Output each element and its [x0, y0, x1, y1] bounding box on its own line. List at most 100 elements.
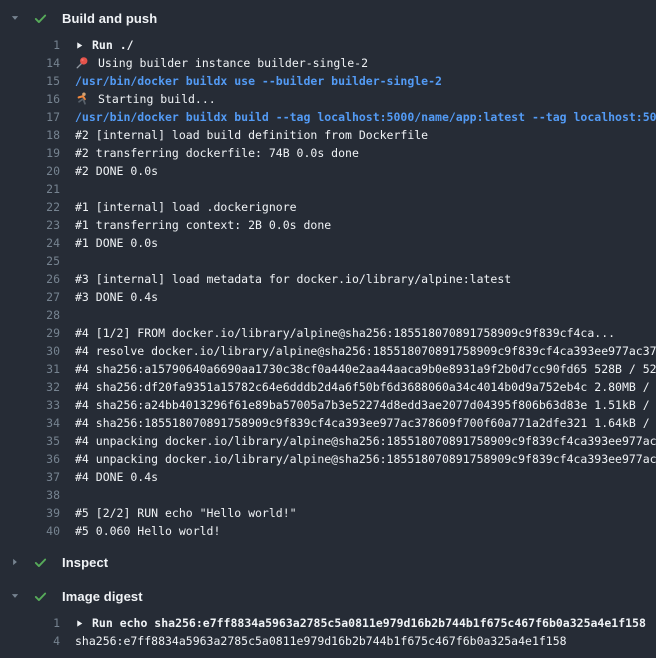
log-line: 25 [0, 252, 656, 270]
log-text: #4 resolve docker.io/library/alpine@sha2… [75, 342, 656, 360]
log-text: #2 DONE 0.0s [75, 162, 656, 180]
line-number[interactable]: 36 [0, 450, 60, 468]
line-number[interactable]: 27 [0, 288, 60, 306]
log-line: 15 /usr/bin/docker buildx use --builder … [0, 72, 656, 90]
log-text-content: #4 unpacking docker.io/library/alpine@sh… [75, 432, 656, 450]
log-text-content: #4 unpacking docker.io/library/alpine@sh… [75, 450, 656, 468]
line-number[interactable]: 39 [0, 504, 60, 522]
line-number[interactable]: 17 [0, 108, 60, 126]
log-line[interactable]: 1 Run echo sha256:e7ff8834a5963a2785c5a0… [0, 614, 656, 632]
line-number[interactable]: 38 [0, 486, 60, 504]
check-icon [33, 10, 48, 26]
log-text: Run echo sha256:e7ff8834a5963a2785c5a081… [75, 614, 656, 632]
log-line: 18 #2 [internal] load build definition f… [0, 126, 656, 144]
line-number[interactable]: 24 [0, 234, 60, 252]
log-text-content: /usr/bin/docker buildx build --tag local… [75, 108, 656, 126]
log-text-content: Run echo sha256:e7ff8834a5963a2785c5a081… [92, 614, 646, 632]
line-number[interactable]: 34 [0, 414, 60, 432]
log-text-content: #5 0.060 Hello world! [75, 522, 220, 540]
run-expand-icon[interactable] [75, 617, 84, 629]
log-line: 38 [0, 486, 656, 504]
chevron-down-icon[interactable] [10, 10, 20, 26]
log-text-content: /usr/bin/docker buildx use --builder bui… [75, 72, 442, 90]
log-text: #4 sha256:a15790640a6690aa1730c38cf0a440… [75, 360, 656, 378]
log-text-content: #1 [internal] load .dockerignore [75, 198, 297, 216]
log-text-content: #2 transferring dockerfile: 74B 0.0s don… [75, 144, 359, 162]
line-number[interactable]: 22 [0, 198, 60, 216]
log-text-content: #4 sha256:185518070891758909c9f839cf4ca3… [75, 414, 656, 432]
log-line: 26 #3 [internal] load metadata for docke… [0, 270, 656, 288]
line-number[interactable]: 30 [0, 342, 60, 360]
line-number[interactable]: 32 [0, 378, 60, 396]
log-text-content: #4 resolve docker.io/library/alpine@sha2… [75, 342, 656, 360]
log-text: sha256:e7ff8834a5963a2785c5a0811e979d16b… [75, 632, 656, 650]
line-number[interactable]: 20 [0, 162, 60, 180]
log-text-content: #3 DONE 0.4s [75, 288, 158, 306]
line-number[interactable]: 23 [0, 216, 60, 234]
log-text: #5 0.060 Hello world! [75, 522, 656, 540]
log-text: Starting build... [75, 90, 656, 108]
log-text: #3 [internal] load metadata for docker.i… [75, 270, 656, 288]
log-text-content: #4 sha256:a15790640a6690aa1730c38cf0a440… [75, 360, 656, 378]
chevron-right-icon[interactable] [10, 554, 20, 570]
log-text-content: Using builder instance builder-single-2 [98, 54, 368, 72]
line-number[interactable]: 14 [0, 54, 60, 72]
chevron-down-icon[interactable] [10, 588, 20, 604]
log-line: 22 #1 [internal] load .dockerignore [0, 198, 656, 216]
section-header-build-and-push[interactable]: Build and push [0, 6, 656, 30]
section-header-image-digest[interactable]: Image digest [0, 584, 656, 608]
log-text-content: Run ./ [92, 36, 134, 54]
log-text-content: Starting build... [98, 90, 216, 108]
log-text: /usr/bin/docker buildx use --builder bui… [75, 72, 656, 90]
line-number[interactable]: 1 [0, 36, 60, 54]
log-text-content: #1 DONE 0.0s [75, 234, 158, 252]
line-number[interactable]: 37 [0, 468, 60, 486]
line-number[interactable]: 16 [0, 90, 60, 108]
line-number[interactable]: 40 [0, 522, 60, 540]
line-number[interactable]: 15 [0, 72, 60, 90]
line-number[interactable]: 31 [0, 360, 60, 378]
log-line: 24 #1 DONE 0.0s [0, 234, 656, 252]
line-number[interactable]: 18 [0, 126, 60, 144]
log-line: 16 Starting build... [0, 90, 656, 108]
log-line: 35 #4 unpacking docker.io/library/alpine… [0, 432, 656, 450]
log-line[interactable]: 1 Run ./ [0, 36, 656, 54]
line-number[interactable]: 4 [0, 632, 60, 650]
log-line: 17 /usr/bin/docker buildx build --tag lo… [0, 108, 656, 126]
log-text: #4 unpacking docker.io/library/alpine@sh… [75, 450, 656, 468]
log-line: 28 [0, 306, 656, 324]
line-number[interactable]: 19 [0, 144, 60, 162]
line-number[interactable]: 33 [0, 396, 60, 414]
log-text: #4 sha256:a24bb4013296f61e89ba57005a7b3e… [75, 396, 656, 414]
section-header-inspect[interactable]: Inspect [0, 550, 656, 574]
log-line: 34 #4 sha256:185518070891758909c9f839cf4… [0, 414, 656, 432]
log-line: 37 #4 DONE 0.4s [0, 468, 656, 486]
line-number[interactable]: 28 [0, 306, 60, 324]
log-text: Run ./ [75, 36, 656, 54]
log-text: #2 transferring dockerfile: 74B 0.0s don… [75, 144, 656, 162]
line-number[interactable]: 26 [0, 270, 60, 288]
log-text-content: #4 [1/2] FROM docker.io/library/alpine@s… [75, 324, 615, 342]
line-number[interactable]: 1 [0, 614, 60, 632]
line-number[interactable]: 35 [0, 432, 60, 450]
log-line: 4 sha256:e7ff8834a5963a2785c5a0811e979d1… [0, 632, 656, 650]
log-text-content: #4 sha256:a24bb4013296f61e89ba57005a7b3e… [75, 396, 656, 414]
log-text: /usr/bin/docker buildx build --tag local… [75, 108, 656, 126]
runner-icon [75, 92, 89, 106]
line-number[interactable]: 21 [0, 180, 60, 198]
log-text-content: #3 [internal] load metadata for docker.i… [75, 270, 511, 288]
line-number[interactable]: 29 [0, 324, 60, 342]
log-line: 40 #5 0.060 Hello world! [0, 522, 656, 540]
log-section-build-and-push: Build and push 1 Run ./ 14 Using builder… [0, 6, 656, 540]
section-title: Image digest [62, 589, 143, 604]
log-line: 36 #4 unpacking docker.io/library/alpine… [0, 450, 656, 468]
log-text: #1 DONE 0.0s [75, 234, 656, 252]
log-line: 14 Using builder instance builder-single… [0, 54, 656, 72]
log-text: #4 [1/2] FROM docker.io/library/alpine@s… [75, 324, 656, 342]
run-expand-icon[interactable] [75, 39, 84, 51]
log-line: 32 #4 sha256:df20fa9351a15782c64e6dddb2d… [0, 378, 656, 396]
log-root: Build and push 1 Run ./ 14 Using builder… [0, 6, 656, 650]
log-text: #4 unpacking docker.io/library/alpine@sh… [75, 432, 656, 450]
line-number[interactable]: 25 [0, 252, 60, 270]
section-lines: 1 Run echo sha256:e7ff8834a5963a2785c5a0… [0, 614, 656, 650]
